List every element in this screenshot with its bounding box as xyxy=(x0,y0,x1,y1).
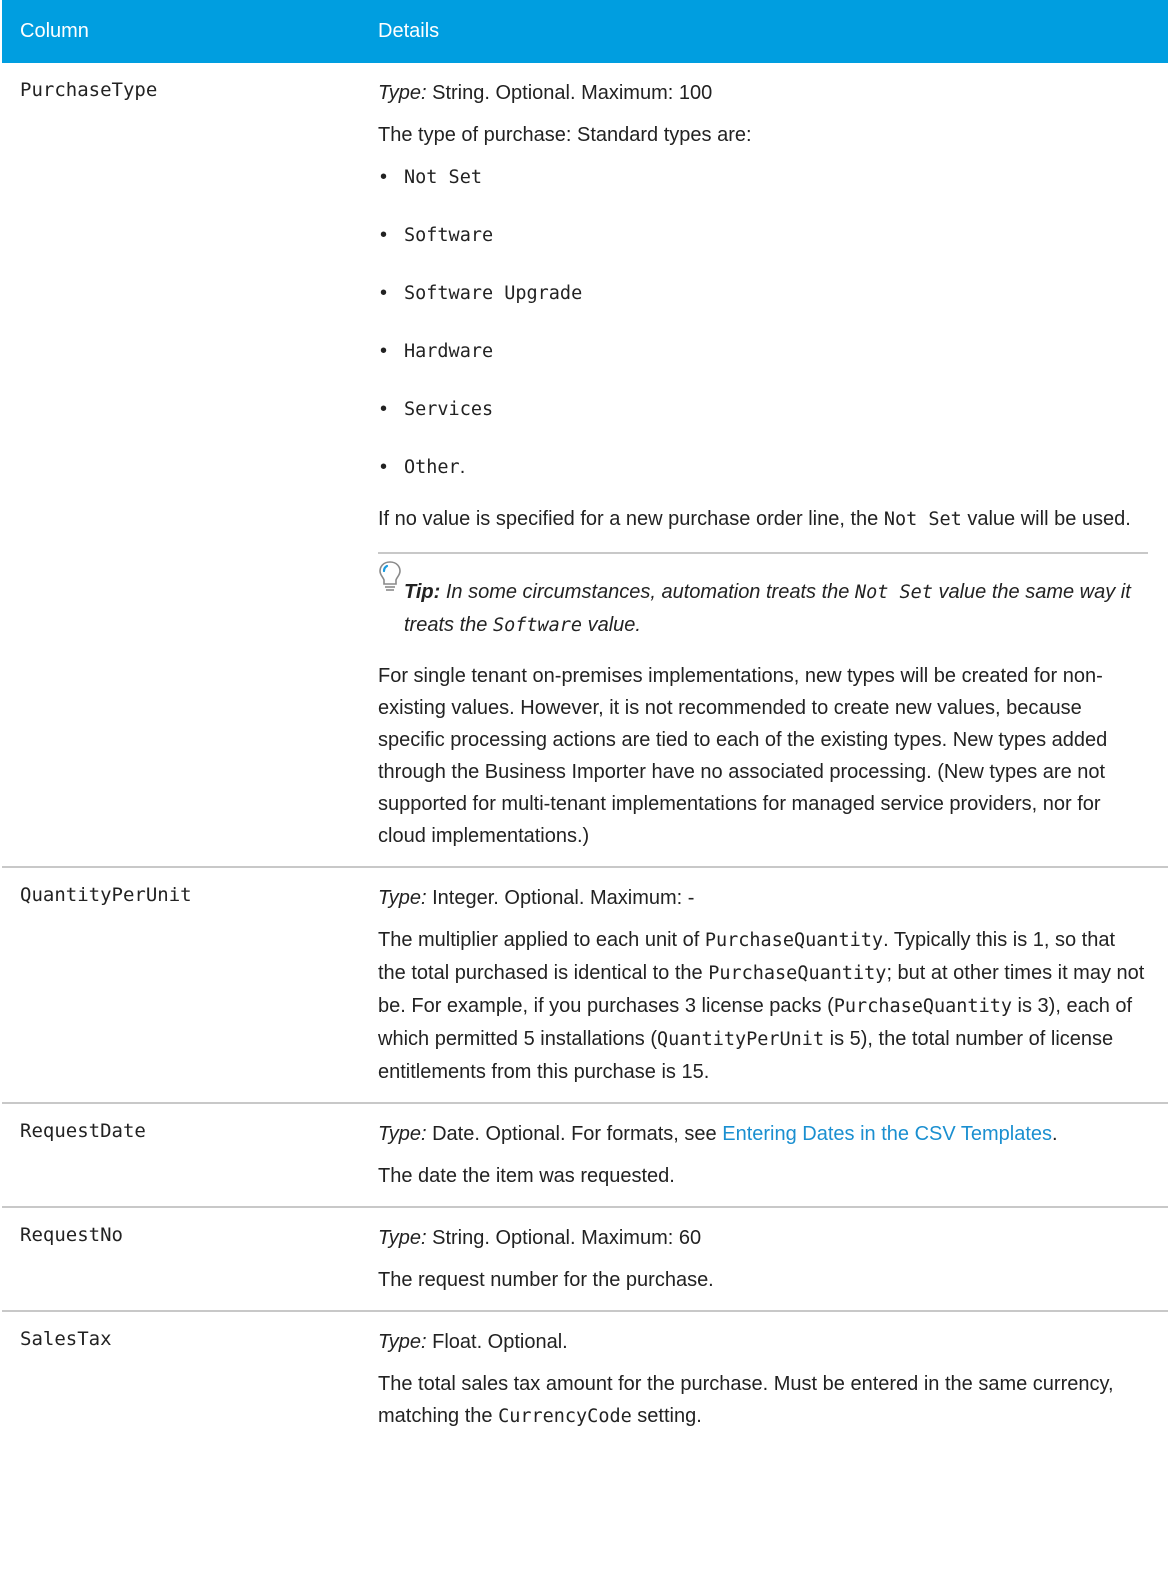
details-header: Details xyxy=(378,20,440,42)
type-line: Type: Date. Optional. For formats, see E… xyxy=(378,1123,1058,1145)
list-item: • Hardware xyxy=(380,340,494,362)
date-formats-link[interactable]: Entering Dates in the CSV Templates xyxy=(722,1123,1052,1145)
purchase-type-list: • Not Set • Software • Software Upgrade • Ha… xyxy=(378,161,1148,493)
column-name: RequestNo xyxy=(2,1207,358,1312)
list-item: • Software Upgrade xyxy=(380,282,583,304)
type-line: Type: String. Optional. Maximum: 100 xyxy=(378,82,713,104)
table-row: QuantityPerUnit Type: Integer. Optional.… xyxy=(2,867,1168,1104)
column-name: SalesTax xyxy=(20,1328,112,1350)
intro-text: The type of purchase: Standard types are… xyxy=(378,124,752,146)
description-text: The total sales tax amount for the purch… xyxy=(378,1373,1114,1427)
column-header: Column xyxy=(20,20,89,42)
column-name: PurchaseType xyxy=(2,63,358,868)
column-details: Type: Date. Optional. For formats, see E… xyxy=(358,1103,1168,1208)
description-text: For single tenant on-premises implementa… xyxy=(378,665,1108,847)
list-item: • Services xyxy=(380,398,494,420)
description-text: The request number for the purchase. xyxy=(378,1269,714,1291)
type-line: Type: Integer. Optional. Maximum: - xyxy=(378,887,695,909)
list-item: • Not Set xyxy=(380,166,482,188)
table-row: SalesTax Type: Float. Optional. The tota… xyxy=(2,1311,1168,1447)
type-line: Type: Float. Optional. xyxy=(378,1331,568,1353)
column-name: QuantityPerUnit xyxy=(2,867,358,1104)
column-details: Type: String. Optional. Maximum: 60 The … xyxy=(358,1207,1168,1312)
list-item: • Other. xyxy=(380,456,466,478)
column-name: RequestDate xyxy=(2,1103,358,1208)
columns-table: Column Details PurchaseType Type: String… xyxy=(2,0,1168,1447)
column-details: Type: Integer. Optional. Maximum: - The … xyxy=(358,867,1168,1104)
description-text: The multiplier applied to each unit of P… xyxy=(378,929,1145,1083)
tip-note: Tip: In some circumstances, automation t… xyxy=(378,552,1148,642)
description-text: The date the item was requested. xyxy=(378,1165,675,1187)
column-details: Type: Float. Optional. The total sales t… xyxy=(358,1311,1168,1447)
table-row: RequestNo Type: String. Optional. Maximu… xyxy=(2,1207,1168,1312)
lightbulb-icon xyxy=(379,561,401,591)
column-details: Type: String. Optional. Maximum: 100 The… xyxy=(358,63,1168,868)
table-row: RequestDate Type: Date. Optional. For fo… xyxy=(2,1103,1168,1208)
list-item: • Software xyxy=(380,224,494,246)
type-line: Type: String. Optional. Maximum: 60 xyxy=(378,1227,702,1249)
table-header: Column Details xyxy=(2,0,1168,63)
table-row: PurchaseType Type: String. Optional. Max… xyxy=(2,63,1168,868)
default-value-text: If no value is specified for a new purch… xyxy=(378,508,1131,530)
